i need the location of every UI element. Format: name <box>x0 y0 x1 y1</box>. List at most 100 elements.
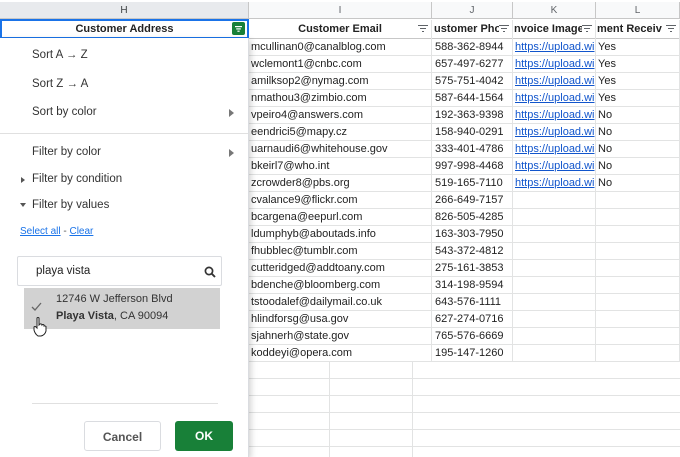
column-header-l[interactable]: L <box>596 2 680 19</box>
cell-invoice[interactable]: https://upload.wi <box>513 39 596 56</box>
filter-icon[interactable] <box>499 25 509 34</box>
cancel-button[interactable]: Cancel <box>84 421 161 451</box>
cell-invoice[interactable]: https://upload.wi <box>513 158 596 175</box>
filter-by-values-item[interactable]: Filter by values <box>32 199 109 211</box>
empty-cell[interactable] <box>329 379 330 396</box>
cell-payment[interactable] <box>596 209 680 226</box>
cell-invoice[interactable]: https://upload.wi <box>513 90 596 107</box>
cell-phone[interactable]: 158-940-0291 <box>432 124 513 141</box>
filter-icon[interactable] <box>666 25 676 34</box>
empty-cell[interactable] <box>329 362 330 379</box>
clear-link[interactable]: Clear <box>69 226 93 237</box>
cell-phone[interactable]: 266-649-7157 <box>432 192 513 209</box>
header-cell-invoice[interactable]: nvoice Image <box>513 20 596 39</box>
cell-email[interactable]: zcrowder8@pbs.org <box>248 175 432 192</box>
cell-phone[interactable]: 826-505-4285 <box>432 209 513 226</box>
cell-email[interactable]: cutteridged@addtoany.com <box>248 260 432 277</box>
cell-phone[interactable]: 192-363-9398 <box>432 107 513 124</box>
filter-by-condition-item[interactable]: Filter by condition <box>32 173 122 185</box>
cell-payment[interactable]: No <box>596 107 680 124</box>
header-cell-phone[interactable]: ustomer Phor <box>432 20 513 39</box>
cell-payment[interactable] <box>596 226 680 243</box>
cell-payment[interactable] <box>596 345 680 362</box>
cell-invoice[interactable] <box>513 294 596 311</box>
empty-cell[interactable] <box>329 396 330 413</box>
cell-phone[interactable]: 627-274-0716 <box>432 311 513 328</box>
cell-email[interactable]: bkeirl7@who.int <box>248 158 432 175</box>
filter-active-icon[interactable] <box>232 22 245 35</box>
cell-invoice[interactable] <box>513 192 596 209</box>
cell-invoice[interactable]: https://upload.wi <box>513 175 596 192</box>
cell-payment[interactable] <box>596 243 680 260</box>
cell-phone[interactable]: 997-998-4468 <box>432 158 513 175</box>
cell-phone[interactable]: 333-401-4786 <box>432 141 513 158</box>
cell-invoice[interactable]: https://upload.wi <box>513 56 596 73</box>
cell-payment[interactable]: Yes <box>596 56 680 73</box>
sort-a-z-item[interactable]: Sort A → Z <box>32 49 88 61</box>
cell-invoice[interactable] <box>513 226 596 243</box>
cell-phone[interactable]: 575-751-4042 <box>432 73 513 90</box>
cell-email[interactable]: uarnaudi6@whitehouse.gov <box>248 141 432 158</box>
cell-invoice[interactable]: https://upload.wi <box>513 124 596 141</box>
empty-cell[interactable] <box>412 362 413 379</box>
empty-cell[interactable] <box>412 447 413 457</box>
cell-email[interactable]: koddeyi@opera.com <box>248 345 432 362</box>
cell-phone[interactable]: 587-644-1564 <box>432 90 513 107</box>
cell-phone[interactable]: 275-161-3853 <box>432 260 513 277</box>
header-cell-address[interactable]: Customer Address <box>0 19 249 39</box>
column-header-h[interactable]: H <box>0 2 249 19</box>
cell-phone[interactable]: 519-165-7110 <box>432 175 513 192</box>
empty-cell[interactable] <box>329 430 330 447</box>
cell-phone[interactable]: 588-362-8944 <box>432 39 513 56</box>
cell-invoice[interactable] <box>513 243 596 260</box>
sort-by-color-item[interactable]: Sort by color <box>32 106 97 118</box>
cell-invoice[interactable] <box>513 328 596 345</box>
cell-phone[interactable]: 543-372-4812 <box>432 243 513 260</box>
cell-phone[interactable]: 657-497-6277 <box>432 56 513 73</box>
cell-payment[interactable] <box>596 192 680 209</box>
filter-value-list-item[interactable]: 12746 W Jefferson Blvd Playa Vista, CA 9… <box>24 288 220 329</box>
cell-phone[interactable]: 765-576-6669 <box>432 328 513 345</box>
cell-email[interactable]: hlindforsg@usa.gov <box>248 311 432 328</box>
cell-invoice[interactable] <box>513 277 596 294</box>
cell-email[interactable]: bcargena@eepurl.com <box>248 209 432 226</box>
column-header-k[interactable]: K <box>513 2 596 19</box>
cell-payment[interactable]: Yes <box>596 90 680 107</box>
cell-payment[interactable] <box>596 294 680 311</box>
cell-phone[interactable]: 163-303-7950 <box>432 226 513 243</box>
cell-email[interactable]: ldumphyb@aboutads.info <box>248 226 432 243</box>
empty-cell[interactable] <box>329 447 330 457</box>
cell-payment[interactable] <box>596 311 680 328</box>
cell-invoice[interactable] <box>513 345 596 362</box>
filter-icon[interactable] <box>582 25 592 34</box>
cell-email[interactable]: nmathou3@zimbio.com <box>248 90 432 107</box>
cell-invoice[interactable]: https://upload.wi <box>513 107 596 124</box>
cell-payment[interactable]: Yes <box>596 73 680 90</box>
cell-email[interactable]: sjahnerh@state.gov <box>248 328 432 345</box>
search-input[interactable] <box>18 257 198 285</box>
cell-payment[interactable]: No <box>596 175 680 192</box>
cell-email[interactable]: vpeiro4@answers.com <box>248 107 432 124</box>
filter-icon[interactable] <box>418 25 428 34</box>
cell-email[interactable]: cvalance9@flickr.com <box>248 192 432 209</box>
cell-payment[interactable]: No <box>596 124 680 141</box>
cell-phone[interactable]: 314-198-9594 <box>432 277 513 294</box>
cell-email[interactable]: amilksop2@nymag.com <box>248 73 432 90</box>
cell-email[interactable]: bdenche@bloomberg.com <box>248 277 432 294</box>
empty-cell[interactable] <box>412 413 413 430</box>
empty-cell[interactable] <box>412 430 413 447</box>
cell-email[interactable]: mcullinan0@canalblog.com <box>248 39 432 56</box>
ok-button[interactable]: OK <box>175 421 233 451</box>
cell-payment[interactable]: No <box>596 158 680 175</box>
cell-payment[interactable] <box>596 260 680 277</box>
cell-payment[interactable]: Yes <box>596 39 680 56</box>
cell-invoice[interactable]: https://upload.wi <box>513 141 596 158</box>
cell-email[interactable]: fhubblec@tumblr.com <box>248 243 432 260</box>
checkmark-icon[interactable] <box>31 302 42 312</box>
column-header-j[interactable]: J <box>432 2 513 19</box>
select-all-link[interactable]: Select all <box>20 226 61 237</box>
cell-invoice[interactable] <box>513 260 596 277</box>
cell-invoice[interactable] <box>513 209 596 226</box>
empty-cell[interactable] <box>412 379 413 396</box>
cell-email[interactable]: tstoodalef@dailymail.co.uk <box>248 294 432 311</box>
